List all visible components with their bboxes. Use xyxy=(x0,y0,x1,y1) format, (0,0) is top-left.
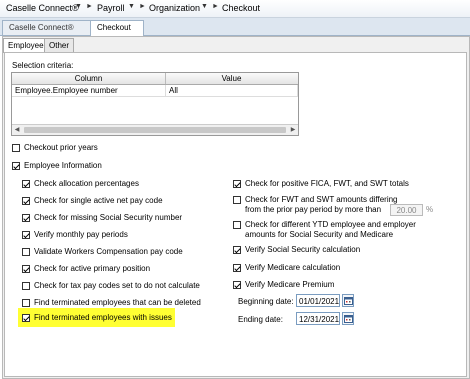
terminated-deletable-label: Find terminated employees that can be de… xyxy=(34,298,201,307)
arrow-right-icon: ► xyxy=(86,3,93,10)
beginning-date-label: Beginning date: xyxy=(238,297,294,306)
selection-criteria-grid[interactable]: Column Value Employee.Employee number Al… xyxy=(11,72,299,136)
terminated-with-issues-label: Find terminated employees with issues xyxy=(34,313,172,322)
tab-employee[interactable]: Employee xyxy=(3,38,49,53)
arrow-right-icon: ► xyxy=(212,3,219,10)
active-primary-position-label: Check for active primary position xyxy=(34,264,151,273)
verify-medicare-label: Verify Medicare calculation xyxy=(245,263,341,272)
beginning-date-input[interactable]: 01/01/2021 xyxy=(296,294,340,307)
verify-monthly-pay-periods-label: Verify monthly pay periods xyxy=(34,230,128,239)
employee-information-checkbox[interactable] xyxy=(12,162,20,170)
nav-payroll[interactable]: Payroll xyxy=(97,3,125,13)
tab-label: Checkout xyxy=(97,23,131,32)
single-active-net-pay-code-checkbox[interactable] xyxy=(22,197,30,205)
ending-date-input[interactable]: 12/31/2021 xyxy=(296,312,340,325)
verify-medicare-checkbox[interactable] xyxy=(233,264,241,272)
value-header[interactable]: Value xyxy=(166,73,297,84)
nav-organization[interactable]: Organization xyxy=(149,3,200,13)
fwt-swt-differing-label: Check for FWT and SWT amounts differing xyxy=(245,195,398,204)
verify-social-security-label: Verify Social Security calculation xyxy=(245,245,361,254)
verify-medicare-premium-label: Verify Medicare Premium xyxy=(245,280,335,289)
validate-workers-comp-checkbox[interactable] xyxy=(22,248,30,256)
tab-other[interactable]: Other xyxy=(44,38,75,52)
different-ytd-label-line2: amounts for Social Security and Medicare xyxy=(245,230,394,239)
positive-fica-label: Check for positive FICA, FWT, and SWT to… xyxy=(245,179,409,188)
chevron-down-icon[interactable]: ▼ xyxy=(201,3,208,10)
calendar-icon[interactable] xyxy=(342,312,354,325)
checkout-prior-years-label: Checkout prior years xyxy=(24,143,98,152)
value-cell[interactable]: All xyxy=(166,85,298,97)
arrow-right-icon: ► xyxy=(139,3,146,10)
verify-medicare-premium-checkbox[interactable] xyxy=(233,281,241,289)
tab-checkout[interactable]: Checkout ✕ xyxy=(90,20,144,46)
breadcrumb-bar: Caselle Connect® ▼ ► Payroll ▼ ► Organiz… xyxy=(0,0,470,18)
tax-pay-codes-label: Check for tax pay codes set to do not ca… xyxy=(34,281,200,290)
verify-social-security-checkbox[interactable] xyxy=(233,246,241,254)
scroll-thumb[interactable] xyxy=(24,127,286,133)
active-primary-position-checkbox[interactable] xyxy=(22,265,30,273)
scroll-left-icon[interactable]: ◀ xyxy=(12,125,22,135)
tab-label: Caselle Connect® xyxy=(9,23,74,32)
tax-pay-codes-checkbox[interactable] xyxy=(22,282,30,290)
terminated-deletable-checkbox[interactable] xyxy=(22,299,30,307)
horizontal-scrollbar[interactable]: ◀ ▶ xyxy=(12,124,298,135)
single-active-net-pay-code-label: Check for single active net pay code xyxy=(34,196,163,205)
positive-fica-checkbox[interactable] xyxy=(233,180,241,188)
missing-social-security-label: Check for missing Social Security number xyxy=(34,213,183,222)
column-header[interactable]: Column xyxy=(12,73,166,84)
tab-caselle-connect[interactable]: Caselle Connect® xyxy=(2,20,91,35)
document-tabstrip: Caselle Connect® Checkout ✕ xyxy=(0,18,470,46)
check-allocation-percentages-label: Check allocation percentages xyxy=(34,179,139,188)
check-allocation-percentages-checkbox[interactable] xyxy=(22,180,30,188)
calendar-icon[interactable] xyxy=(342,294,354,307)
percent-unit-label: % xyxy=(426,205,434,214)
different-ytd-label: Check for different YTD employee and emp… xyxy=(245,220,416,229)
fwt-swt-differing-checkbox[interactable] xyxy=(233,196,241,204)
fwt-swt-differing-label-line2: from the prior pay period by more than xyxy=(245,205,382,214)
verify-monthly-pay-periods-checkbox[interactable] xyxy=(22,231,30,239)
selection-criteria-label: Selection criteria: xyxy=(12,61,74,70)
chevron-down-icon[interactable]: ▼ xyxy=(128,3,135,10)
ending-date-label: Ending date: xyxy=(238,315,283,324)
grid-header: Column Value xyxy=(12,73,298,85)
percent-threshold-input[interactable]: 20.00 xyxy=(390,204,423,216)
validate-workers-comp-label: Validate Workers Compensation pay code xyxy=(34,247,183,256)
checkout-prior-years-checkbox[interactable] xyxy=(12,144,20,152)
chevron-down-icon[interactable]: ▼ xyxy=(75,3,82,10)
nav-app[interactable]: Caselle Connect® xyxy=(6,3,79,13)
employee-information-label: Employee Information xyxy=(24,161,102,170)
different-ytd-checkbox[interactable] xyxy=(233,221,241,229)
missing-social-security-checkbox[interactable] xyxy=(22,214,30,222)
column-cell[interactable]: Employee.Employee number xyxy=(12,85,166,97)
scroll-right-icon[interactable]: ▶ xyxy=(288,125,298,135)
terminated-with-issues-checkbox[interactable] xyxy=(22,314,30,322)
nav-checkout[interactable]: Checkout xyxy=(222,3,260,13)
table-row[interactable]: Employee.Employee number All xyxy=(12,85,298,97)
